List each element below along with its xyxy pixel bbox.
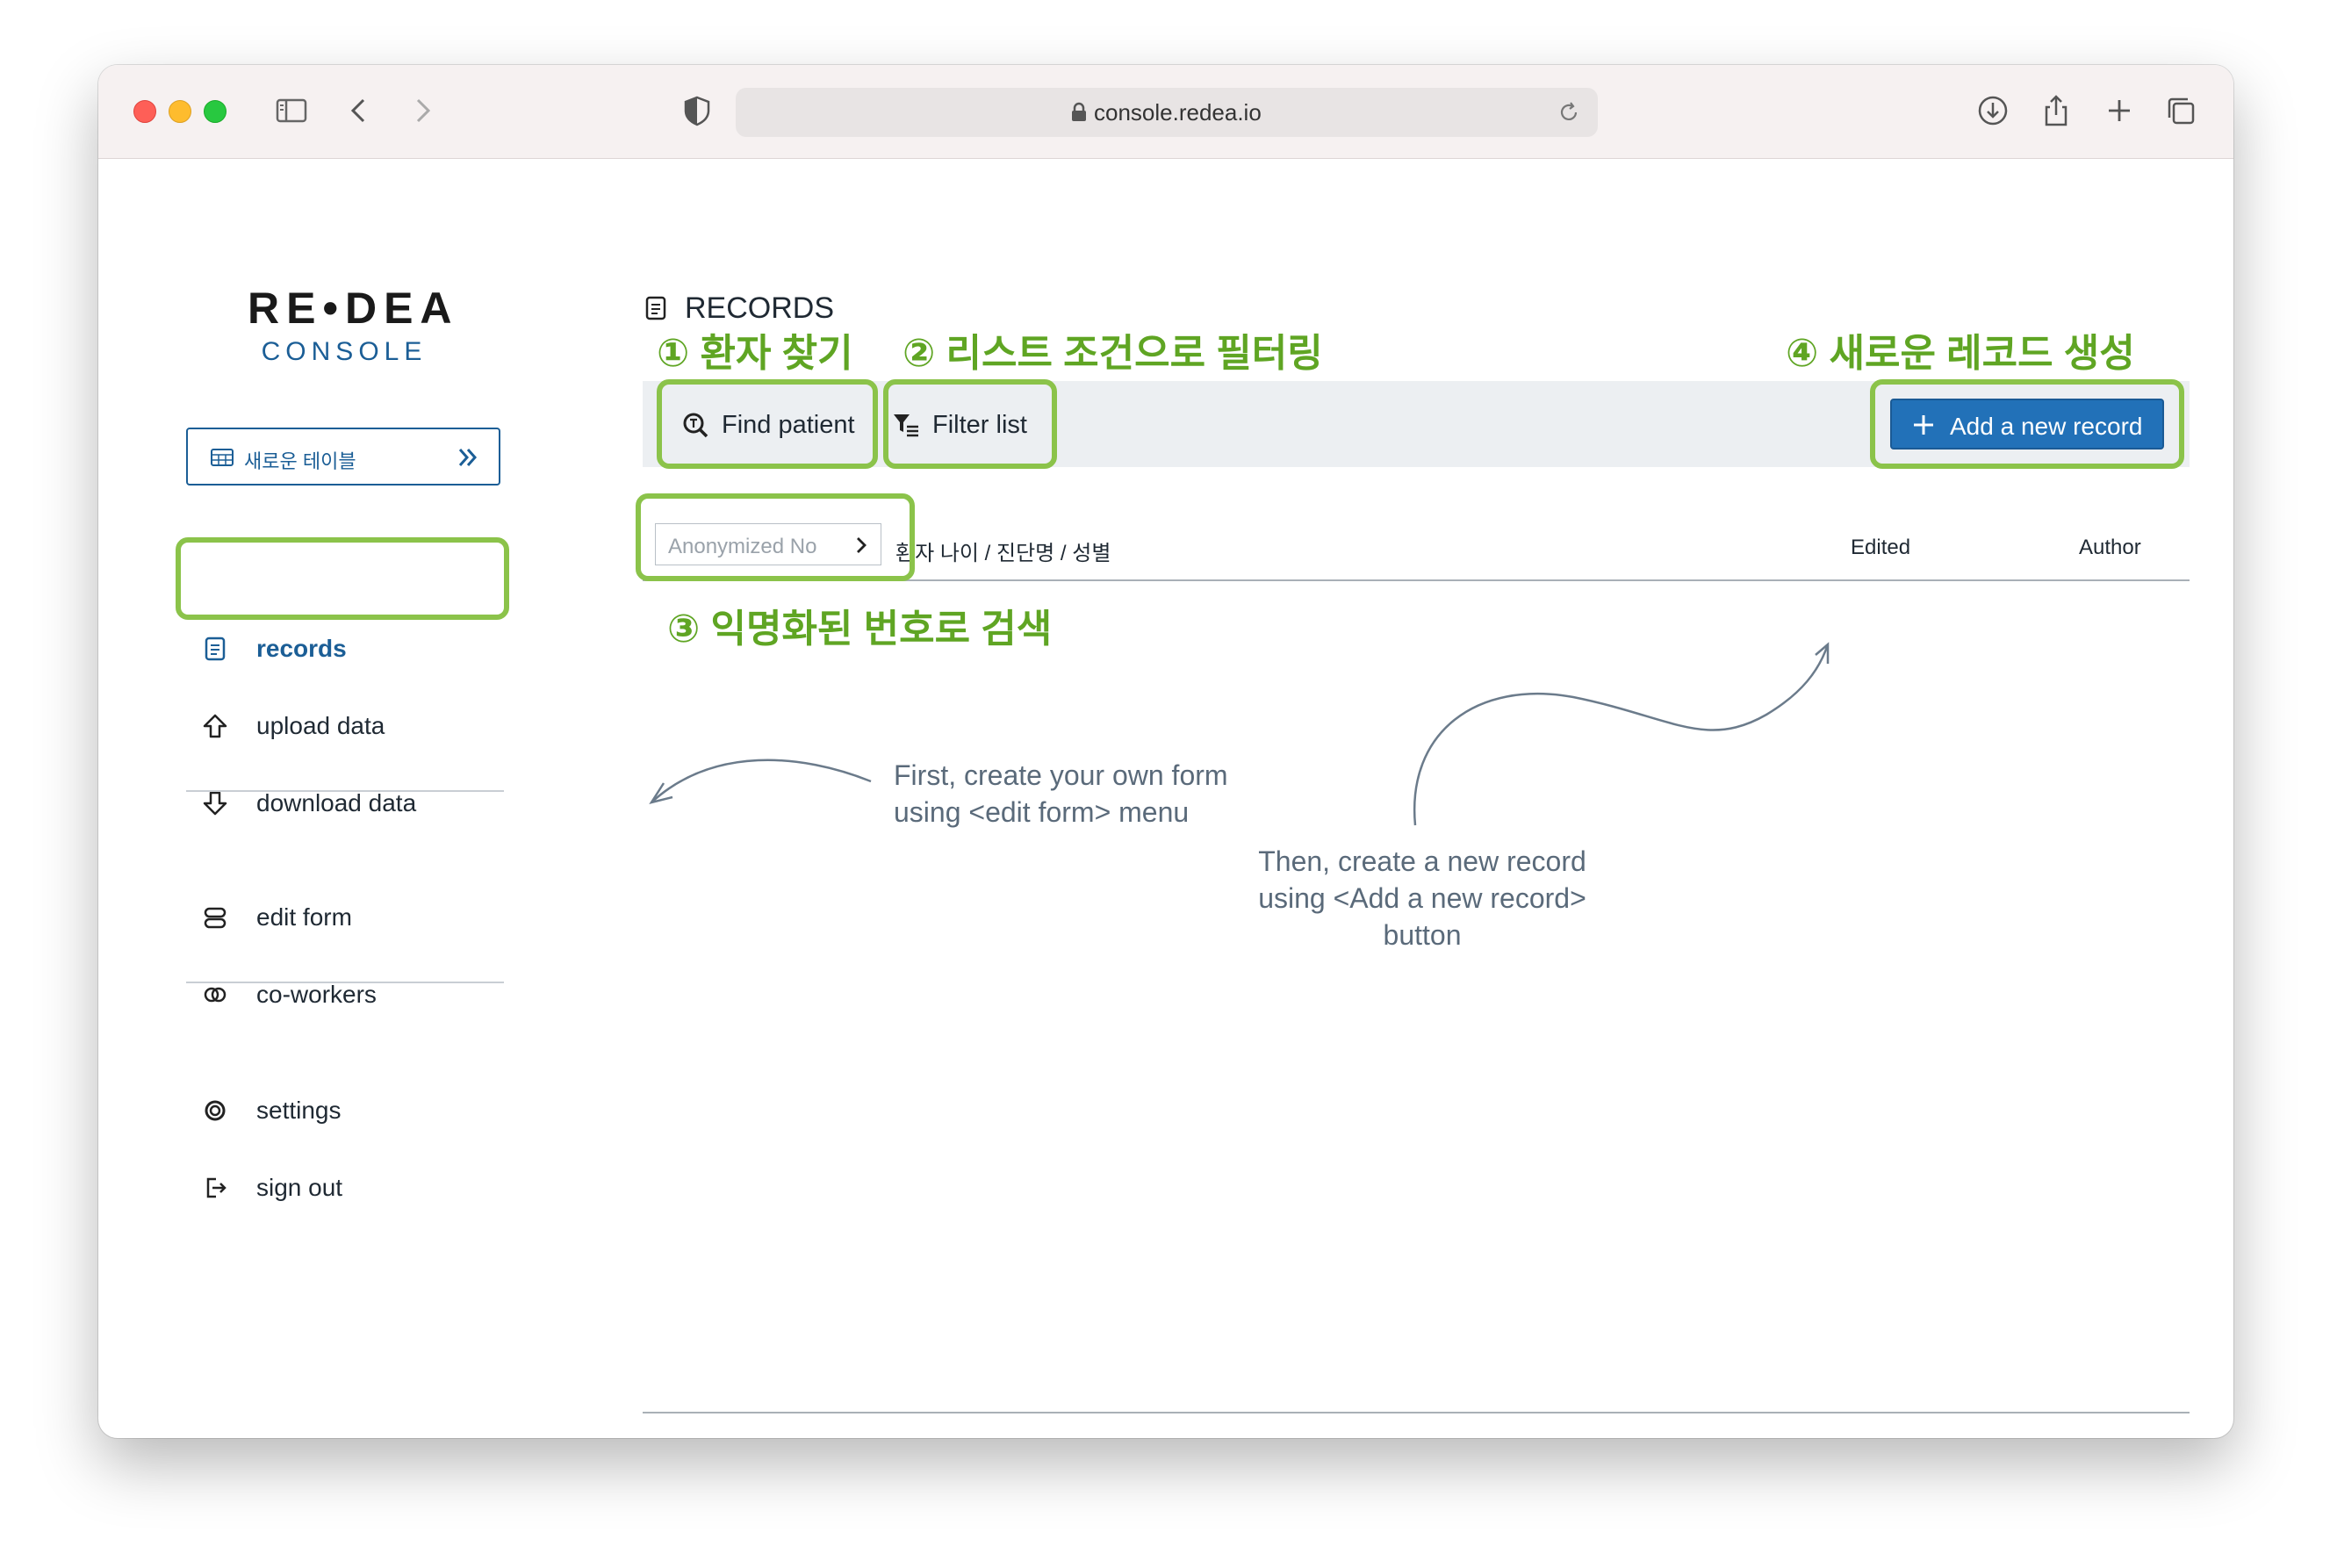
arrow-to-sidebar-head <box>649 782 673 804</box>
hint-add-record-line-3: button <box>1383 919 1462 951</box>
arrow-to-add-record-head <box>1815 642 1830 664</box>
hint-edit-form-line-1: First, create your own form <box>894 759 1228 791</box>
sidebar-item-label: settings <box>256 1097 342 1124</box>
highlight-find-patient <box>657 379 878 469</box>
sidebar-item-label: sign out <box>256 1174 343 1201</box>
sidebar-item-label: download data <box>256 789 417 816</box>
sidebar-toggle-icon[interactable] <box>272 91 311 130</box>
sidebar-item-co-workers[interactable]: co-workers <box>186 967 502 1020</box>
column-header-author[interactable]: Author <box>2079 536 2141 560</box>
hint-add-record: Then, create a new record using <Add a n… <box>1220 843 1624 953</box>
annotation-label-4: ④ 새로운 레코드 생성 <box>1786 332 2135 375</box>
arrow-to-sidebar <box>651 759 872 803</box>
arrow-to-add-record <box>1413 644 1830 826</box>
sidebar-item-label: edit form <box>256 903 352 931</box>
lock-icon <box>1072 102 1086 121</box>
sidebar-item-edit-form[interactable]: edit form <box>186 890 502 943</box>
sidebar-item-label: records <box>256 635 347 662</box>
privacy-shield-icon[interactable] <box>678 91 716 130</box>
table-bottom-divider <box>643 1412 2190 1413</box>
hint-add-record-line-2: using <Add a new record> <box>1258 882 1586 914</box>
annotation-label-3: ③ 익명화된 번호로 검색 <box>667 608 1053 651</box>
column-header-edited[interactable]: Edited <box>1851 536 1910 560</box>
sidebar-item-download-data[interactable]: download data <box>186 776 502 829</box>
new-tab-icon[interactable] <box>2100 91 2139 130</box>
sidebar-item-records[interactable]: records <box>186 622 502 674</box>
browser-window: console.redea.io RE•DEA CONSOLE 새로운 테이블 … <box>98 65 2233 1438</box>
logo-main-text: RE•DEA <box>248 284 459 333</box>
sidebar-divider <box>186 982 504 983</box>
sidebar-item-settings[interactable]: settings <box>186 1083 502 1136</box>
sidebar-divider <box>186 790 504 792</box>
browser-titlebar: console.redea.io <box>98 65 2233 159</box>
new-table-label: 새로운 테이블 <box>244 450 356 472</box>
highlight-anonymized-no <box>636 493 915 581</box>
url-text: console.redea.io <box>1094 99 1262 126</box>
highlight-filter-list <box>883 379 1057 469</box>
hint-edit-form: First, create your own form using <edit … <box>894 757 1228 831</box>
reload-icon[interactable] <box>1556 99 1582 126</box>
annotation-label-1: ① 환자 찾기 <box>657 332 853 375</box>
address-bar[interactable]: console.redea.io <box>736 88 1598 137</box>
table-icon <box>211 449 234 466</box>
sidebar-item-label: co-workers <box>256 981 377 1008</box>
hint-add-record-line-1: Then, create a new record <box>1258 845 1586 877</box>
redea-logo[interactable]: RE•DEA CONSOLE <box>248 283 459 367</box>
upload-arrow-icon <box>203 714 227 738</box>
download-arrow-icon <box>203 791 227 816</box>
tab-overview-icon[interactable] <box>2161 91 2200 130</box>
settings-ring-icon <box>205 1100 226 1121</box>
highlight-records <box>176 537 509 620</box>
coworkers-icon <box>204 987 227 1003</box>
form-stack-icon <box>204 907 227 929</box>
sidebar-item-sign-out[interactable]: sign out <box>186 1161 502 1213</box>
document-icon <box>645 296 666 320</box>
annotation-label-2: ② 리스트 조건으로 필터링 <box>903 332 1323 375</box>
logo-sub-text: CONSOLE <box>261 337 428 366</box>
sign-out-icon <box>206 1177 227 1198</box>
sidebar-item-label: upload data <box>256 712 385 739</box>
forward-icon[interactable] <box>402 91 441 130</box>
hint-edit-form-line-2: using <edit form> menu <box>894 796 1190 828</box>
back-icon[interactable] <box>341 91 379 130</box>
sidebar-item-upload-data[interactable]: upload data <box>186 699 502 752</box>
minimize-window-button[interactable] <box>169 100 191 123</box>
document-icon <box>205 637 226 661</box>
download-icon[interactable] <box>1974 91 2012 130</box>
close-window-button[interactable] <box>133 100 156 123</box>
zoom-window-button[interactable] <box>204 100 227 123</box>
share-icon[interactable] <box>2037 91 2075 130</box>
highlight-add-record <box>1870 379 2184 469</box>
double-chevron-right-icon <box>458 449 478 466</box>
new-table-button[interactable]: 새로운 테이블 <box>186 428 500 486</box>
annotation-arrows <box>649 642 1830 826</box>
column-header-patient-info[interactable]: 환자 나이 / 진단명 / 성별 <box>895 536 1111 566</box>
